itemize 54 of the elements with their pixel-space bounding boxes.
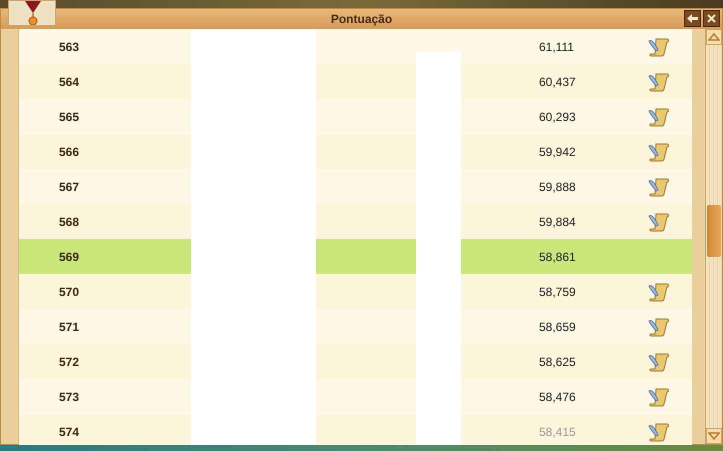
score-text: 59,888 bbox=[539, 178, 577, 196]
ranking-row[interactable]: 569 58,861 bbox=[19, 239, 692, 274]
score-text: 58,861 bbox=[539, 248, 577, 266]
score-text: 61,111 bbox=[539, 38, 575, 56]
scroll-thumb[interactable] bbox=[707, 205, 722, 257]
scroll-quill-icon[interactable] bbox=[648, 386, 670, 406]
scroll-down-button[interactable] bbox=[706, 428, 722, 444]
score-text: 59,884 bbox=[539, 214, 577, 230]
ranking-row[interactable]: 568 59,884 bbox=[19, 204, 692, 239]
scroll-quill-icon[interactable] bbox=[648, 36, 670, 56]
score-text: 58,759 bbox=[539, 284, 577, 300]
close-button[interactable] bbox=[703, 10, 720, 27]
ranking-row[interactable]: 563 61,111 bbox=[19, 29, 692, 64]
rank-text: 570 bbox=[59, 284, 80, 300]
scroll-quill-icon[interactable] bbox=[648, 316, 670, 336]
score-text: 58,415 bbox=[539, 424, 577, 440]
rank-text: 569 bbox=[59, 248, 80, 266]
ranking-row[interactable]: 572 58,625 bbox=[19, 344, 692, 379]
rank-text: 566 bbox=[59, 144, 80, 160]
ranking-row[interactable]: 573 58,476 bbox=[19, 379, 692, 414]
scroll-quill-icon[interactable] bbox=[648, 212, 670, 232]
back-button[interactable] bbox=[684, 10, 701, 27]
rank-text: 573 bbox=[59, 388, 80, 406]
ranking-row[interactable]: 567 59,888 bbox=[19, 169, 692, 204]
rank-text: 565 bbox=[59, 108, 80, 126]
score-text: 59,942 bbox=[539, 144, 577, 160]
rank-text: 571 bbox=[59, 318, 80, 336]
scroll-quill-icon[interactable] bbox=[648, 282, 670, 302]
rank-text: 563 bbox=[59, 38, 80, 56]
ranking-row[interactable]: 570 58,759 bbox=[19, 274, 692, 309]
ranking-row[interactable]: 571 58,659 bbox=[19, 309, 692, 344]
close-icon bbox=[707, 14, 716, 23]
rank-text: 567 bbox=[59, 178, 80, 196]
scrollbar[interactable] bbox=[705, 29, 722, 444]
ranking-row[interactable]: 565 60,293 bbox=[19, 99, 692, 134]
score-text: 60,437 bbox=[539, 74, 577, 90]
ranking-row[interactable]: 566 59,942 bbox=[19, 134, 692, 169]
score-text: 60,293 bbox=[539, 108, 577, 126]
back-arrow-icon bbox=[687, 14, 698, 23]
ranking-row[interactable]: 564 60,437 bbox=[19, 64, 692, 99]
rank-text: 564 bbox=[59, 74, 80, 90]
scroll-quill-icon[interactable] bbox=[648, 352, 670, 372]
rank-text: 572 bbox=[59, 354, 80, 370]
window-title: Pontuação bbox=[330, 12, 392, 26]
scroll-quill-icon[interactable] bbox=[648, 72, 670, 92]
rank-text: 574 bbox=[59, 424, 80, 440]
rank-text: 568 bbox=[59, 214, 80, 230]
score-text: 58,659 bbox=[539, 318, 577, 336]
score-text: 58,625 bbox=[539, 354, 577, 370]
scroll-quill-icon[interactable] bbox=[648, 176, 670, 196]
scroll-quill-icon[interactable] bbox=[648, 422, 670, 442]
scroll-quill-icon[interactable] bbox=[648, 142, 670, 162]
score-text: 58,476 bbox=[539, 388, 577, 406]
scroll-quill-icon[interactable] bbox=[648, 106, 670, 126]
